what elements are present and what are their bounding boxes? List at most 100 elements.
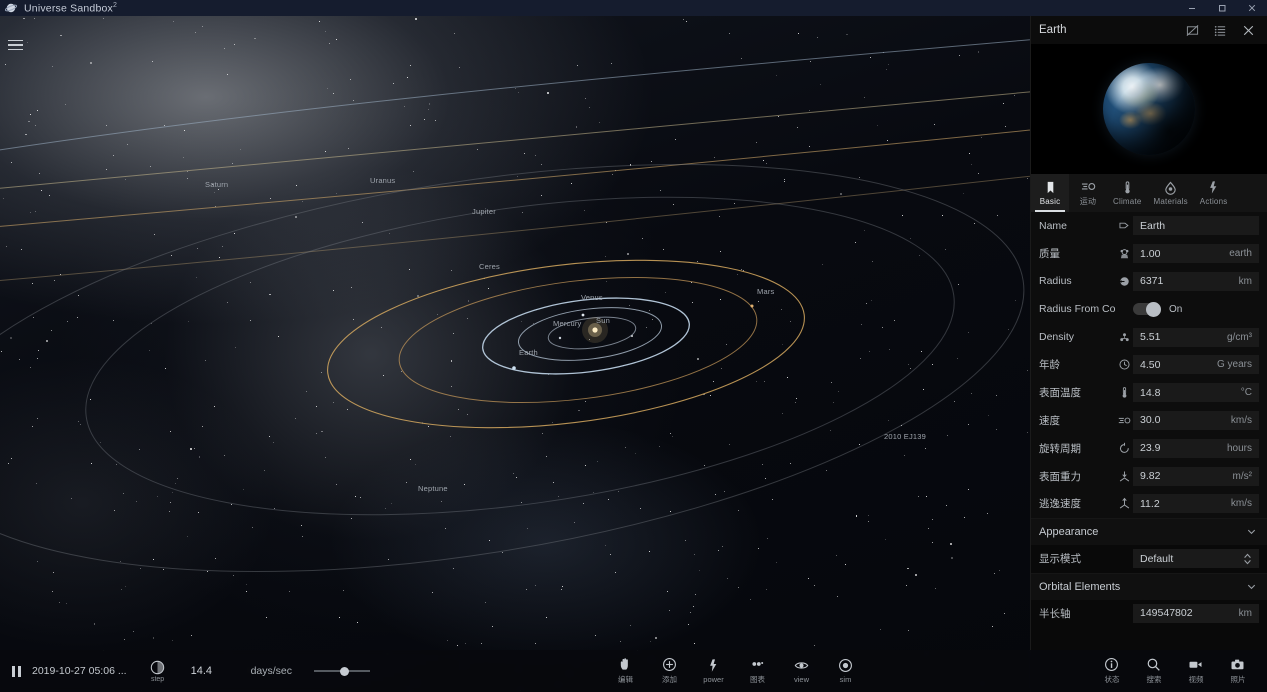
tool-hand[interactable]: 编辑: [615, 657, 637, 685]
property-input[interactable]: 6371 km: [1133, 271, 1259, 291]
tab-actions[interactable]: Actions: [1194, 174, 1234, 212]
window-controls: [1177, 0, 1267, 16]
property-row-9[interactable]: 表面重力 9.82 m/s²: [1031, 462, 1267, 490]
object-label-ceres[interactable]: Ceres: [479, 262, 500, 271]
object-label-sun[interactable]: Sun: [596, 316, 610, 325]
tool-video[interactable]: 视频: [1185, 657, 1207, 685]
property-row-5[interactable]: 年龄 4.50 G years: [1031, 351, 1267, 379]
step-button[interactable]: step: [141, 660, 175, 683]
tab-basic[interactable]: Basic: [1031, 174, 1069, 212]
property-value: 9.82: [1140, 470, 1161, 483]
property-input[interactable]: 14.8 °C: [1133, 383, 1259, 403]
display-mode-select[interactable]: Default: [1133, 549, 1259, 569]
tool-power-bolt[interactable]: power: [703, 658, 725, 684]
tab-label: Basic: [1039, 197, 1061, 206]
list-view-icon[interactable]: [1207, 19, 1233, 41]
property-row-display-mode[interactable]: 显示模式 Default: [1031, 545, 1267, 573]
bottom-toolbar: 2019-10-27 05:06 ... step 14.4 days/sec …: [0, 650, 1267, 692]
property-row-6[interactable]: 表面温度 14.8 °C: [1031, 379, 1267, 407]
clock-icon: [1118, 359, 1130, 370]
app-planet-icon: [3, 0, 19, 16]
tool-plus-circle[interactable]: 添加: [659, 657, 681, 685]
property-row-1[interactable]: 质量 1.00 earth: [1031, 240, 1267, 268]
utility-buttons: 状态 搜索 视频 照片: [1101, 657, 1249, 685]
property-input[interactable]: 11.2 km/s: [1133, 494, 1259, 514]
property-unit: km: [1238, 275, 1252, 287]
panel-header: Earth: [1031, 16, 1267, 44]
property-input[interactable]: 5.51 g/cm³: [1133, 327, 1259, 347]
sim-date[interactable]: 2019-10-27 05:06 ...: [32, 665, 127, 677]
rotation-icon: [1119, 442, 1129, 453]
tool-chart-dots[interactable]: 图表: [747, 657, 769, 685]
property-row-10[interactable]: 逃逸速度 11.2 km/s: [1031, 490, 1267, 518]
app-title-text: Universe Sandbox: [24, 2, 113, 15]
tool-search[interactable]: 搜索: [1143, 657, 1165, 685]
chevron-down-icon: [1246, 526, 1257, 537]
property-row-0[interactable]: Name Earth: [1031, 212, 1267, 240]
property-input[interactable]: 4.50 G years: [1133, 355, 1259, 375]
object-label-venus[interactable]: Venus: [581, 293, 603, 302]
planet-render: [1103, 63, 1195, 155]
tab-materials[interactable]: Materials: [1148, 174, 1194, 212]
property-label: Radius: [1039, 275, 1072, 288]
tool-info[interactable]: 状态: [1101, 657, 1123, 685]
property-row-4[interactable]: Density 5.51 g/cm³: [1031, 323, 1267, 351]
tab-运动[interactable]: 运动: [1069, 174, 1107, 212]
minimize-button[interactable]: [1177, 0, 1207, 16]
tab-climate[interactable]: Climate: [1107, 174, 1148, 212]
property-unit: g/cm³: [1227, 331, 1252, 343]
property-unit: m/s²: [1232, 470, 1252, 482]
property-row-2[interactable]: Radius 6371 km: [1031, 268, 1267, 296]
property-unit: G years: [1216, 359, 1252, 371]
sim-circle-icon: [839, 659, 852, 672]
property-row-3[interactable]: Radius From Co... On: [1031, 295, 1267, 323]
sim-rate-value[interactable]: 14.4: [191, 665, 231, 677]
tool-eye[interactable]: view: [791, 658, 813, 684]
toggle-switch[interactable]: [1133, 301, 1161, 317]
video-icon: [1189, 661, 1202, 668]
object-label-uranus[interactable]: Uranus: [370, 176, 395, 185]
property-input[interactable]: 30.0 km/s: [1133, 410, 1259, 430]
earth-preview-globe[interactable]: [1031, 44, 1267, 174]
tab-label: Materials: [1153, 197, 1188, 206]
object-label-saturn[interactable]: Saturn: [205, 180, 228, 189]
property-input[interactable]: 9.82 m/s²: [1133, 466, 1259, 486]
radius-from-composition-toggle[interactable]: On: [1133, 301, 1182, 317]
simulation-viewport[interactable]: Saturn Uranus Jupiter Ceres Venus Sun Mercury E…: [0, 16, 1030, 692]
property-value: 11.2: [1140, 497, 1160, 510]
pause-button[interactable]: [0, 665, 32, 678]
property-row-8[interactable]: 旋转周期 23.9 hours: [1031, 434, 1267, 462]
object-label-mercury[interactable]: Mercury: [553, 319, 582, 328]
object-label-neptune[interactable]: Neptune: [418, 484, 448, 493]
property-value: 30.0: [1140, 414, 1161, 427]
semimajor-axis-input[interactable]: 149547802 km: [1133, 603, 1259, 623]
main-menu-button[interactable]: [8, 36, 26, 54]
property-row-7[interactable]: 速度 30.0 km/s: [1031, 407, 1267, 435]
object-label-jupiter[interactable]: Jupiter: [472, 207, 496, 216]
object-label-earth[interactable]: Earth: [519, 348, 538, 357]
property-input[interactable]: 23.9 hours: [1133, 438, 1259, 458]
tool-sim-circle[interactable]: sim: [835, 658, 857, 684]
tool-label: sim: [839, 675, 852, 684]
stepper-arrows-icon[interactable]: [1243, 552, 1252, 566]
property-row-semimajor-axis[interactable]: 半长轴 149547802 km: [1031, 600, 1267, 628]
object-label-2010-ej139[interactable]: 2010 EJ139: [884, 432, 926, 441]
hide-image-icon[interactable]: [1179, 19, 1205, 41]
info-icon: [1105, 658, 1119, 671]
step-label: step: [150, 675, 165, 683]
property-unit: °C: [1240, 387, 1252, 399]
sim-speed-slider[interactable]: [314, 665, 371, 677]
slider-thumb[interactable]: [340, 666, 350, 676]
section-appearance[interactable]: Appearance: [1031, 517, 1267, 545]
property-input[interactable]: Earth: [1133, 216, 1259, 236]
title-bar: Universe Sandbox2: [0, 0, 1267, 16]
property-value: 5.51: [1140, 331, 1161, 344]
close-button[interactable]: [1237, 0, 1267, 16]
tool-camera[interactable]: 照片: [1227, 657, 1249, 685]
close-icon[interactable]: [1235, 19, 1261, 41]
object-label-mars[interactable]: Mars: [757, 287, 774, 296]
maximize-button[interactable]: [1207, 0, 1237, 16]
property-input[interactable]: 1.00 earth: [1133, 244, 1259, 264]
plus-circle-icon: [663, 658, 676, 671]
section-orbital-elements[interactable]: Orbital Elements: [1031, 572, 1267, 600]
